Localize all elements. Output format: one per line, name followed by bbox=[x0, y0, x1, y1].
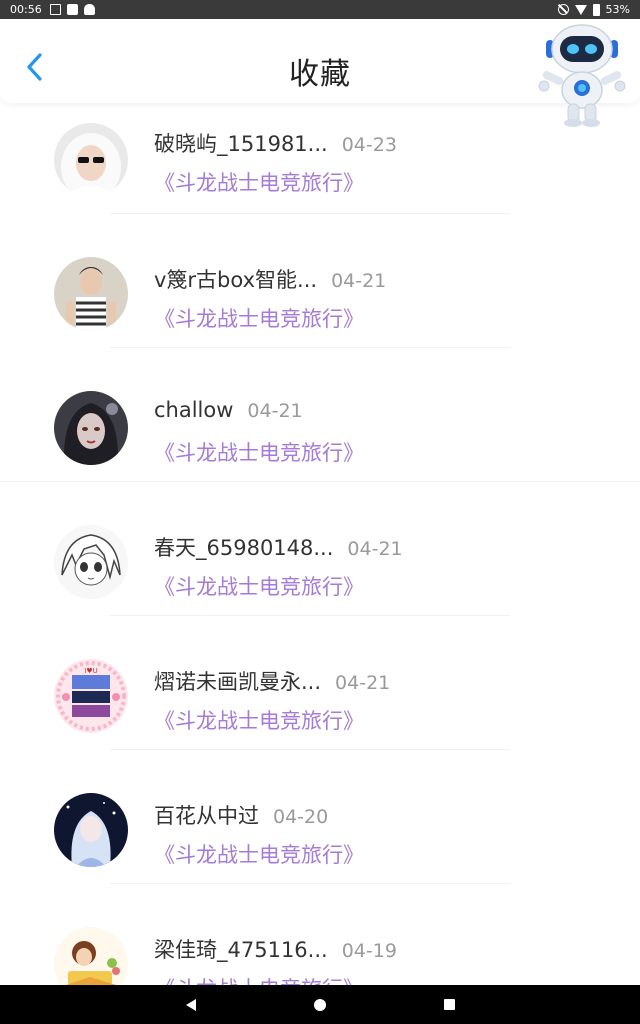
avatar bbox=[54, 793, 128, 867]
wifi-icon bbox=[574, 4, 587, 15]
user-name: challow 04-21 bbox=[154, 398, 303, 422]
status-bar: 00:56 53% bbox=[0, 0, 640, 19]
list-item[interactable]: v篾r古box智能... 04-21 《斗龙战士电竞旅行》 bbox=[0, 214, 640, 348]
android-icon bbox=[83, 4, 95, 15]
status-time: 00:56 bbox=[10, 3, 42, 16]
date: 04-21 bbox=[247, 400, 303, 422]
mute-icon bbox=[557, 4, 569, 15]
game-title[interactable]: 《斗龙战士电竞旅行》 bbox=[154, 437, 364, 467]
battery-icon bbox=[592, 3, 600, 16]
user-name: 破晓屿_151981... 04-23 bbox=[154, 132, 397, 156]
battery-percent: 53% bbox=[605, 3, 630, 16]
robot-icon bbox=[538, 24, 626, 127]
image-notification-icon bbox=[49, 4, 61, 15]
nav-home-icon[interactable] bbox=[313, 998, 326, 1011]
avatar bbox=[54, 123, 128, 197]
nav-back-icon[interactable] bbox=[185, 998, 196, 1011]
svg-text:I♥U: I♥U bbox=[84, 667, 97, 675]
avatar: I♥U bbox=[54, 659, 128, 733]
date: 04-21 bbox=[331, 270, 387, 292]
date: 04-21 bbox=[335, 672, 391, 694]
game-title[interactable]: 《斗龙战士电竞旅行》 bbox=[154, 705, 364, 735]
app-notification-icon bbox=[66, 4, 78, 15]
game-title[interactable]: 《斗龙战士电竞旅行》 bbox=[154, 167, 364, 197]
date: 04-19 bbox=[341, 940, 397, 962]
game-title[interactable]: 《斗龙战士电竞旅行》 bbox=[154, 973, 364, 985]
game-title[interactable]: 《斗龙战士电竞旅行》 bbox=[154, 303, 364, 333]
date: 04-20 bbox=[273, 806, 329, 828]
user-name: 梁佳琦_475116... 04-19 bbox=[154, 938, 397, 962]
list-item[interactable]: I♥U 熠诺未画凯曼永... 04-21 《斗龙战士电竞旅行》 bbox=[0, 616, 640, 750]
list-item[interactable]: 春天_65980148... 04-21 《斗龙战士电竞旅行》 bbox=[0, 482, 640, 616]
robot-mascot[interactable] bbox=[536, 22, 628, 128]
list-item[interactable]: 百花从中过 04-20 《斗龙战士电竞旅行》 bbox=[0, 750, 640, 884]
avatar bbox=[54, 257, 128, 331]
list-item[interactable]: challow 04-21 《斗龙战士电竞旅行》 bbox=[0, 348, 640, 482]
favorites-list[interactable]: 破晓屿_151981... 04-23 《斗龙战士电竞旅行》 v篾r古box智能.… bbox=[0, 103, 640, 985]
game-title[interactable]: 《斗龙战士电竞旅行》 bbox=[154, 571, 364, 601]
avatar bbox=[54, 525, 128, 599]
avatar bbox=[54, 927, 128, 985]
user-name: 熠诺未画凯曼永... 04-21 bbox=[154, 670, 391, 694]
avatar bbox=[54, 391, 128, 465]
nav-recents-icon[interactable] bbox=[443, 999, 455, 1010]
system-nav-bar bbox=[0, 985, 640, 1024]
list-item[interactable]: 梁佳琦_475116...04-19 《斗龙战士电竞旅行》 bbox=[0, 884, 640, 985]
user-name: 百花从中过 04-20 bbox=[154, 804, 329, 828]
date: 04-23 bbox=[341, 134, 397, 156]
date: 04-21 bbox=[347, 538, 403, 560]
user-name: 春天_65980148... 04-21 bbox=[154, 536, 403, 560]
game-title[interactable]: 《斗龙战士电竞旅行》 bbox=[154, 839, 364, 869]
user-name: v篾r古box智能... 04-21 bbox=[154, 268, 387, 292]
